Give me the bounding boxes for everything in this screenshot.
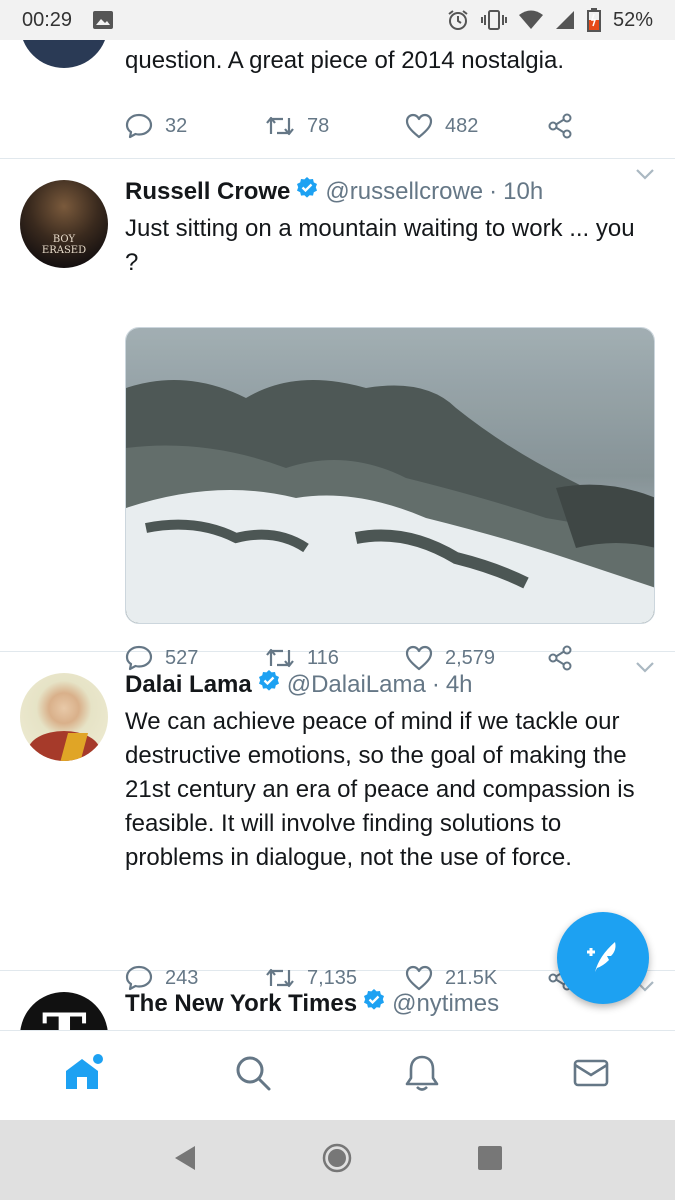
- separator-dot: ·: [431, 671, 440, 698]
- nav-search[interactable]: [169, 1031, 338, 1120]
- home-button-icon[interactable]: [321, 1142, 353, 1179]
- cellular-signal-icon: [555, 10, 575, 30]
- back-button-icon[interactable]: [171, 1144, 199, 1177]
- share-icon: [547, 113, 573, 139]
- wifi-icon: [518, 10, 543, 30]
- bottom-navigation: [0, 1030, 675, 1120]
- notifications-icon: [402, 1053, 442, 1098]
- author-name[interactable]: The New York Times: [125, 989, 357, 1019]
- author-handle[interactable]: @DalaiLama: [287, 670, 426, 700]
- tweet-text: We can achieve peace of mind if we tackl…: [125, 708, 635, 871]
- retweet-icon: [265, 114, 295, 138]
- avatar[interactable]: BOY ERASED: [20, 180, 108, 268]
- chevron-down-icon[interactable]: [635, 660, 655, 679]
- tweet[interactable]: the answers you want, regardless of the …: [0, 40, 675, 159]
- author-name[interactable]: Dalai Lama: [125, 670, 252, 700]
- retweet-count: 78: [307, 114, 330, 137]
- verified-badge-icon: [257, 669, 281, 701]
- tweet-time: 4h: [445, 671, 473, 698]
- nav-home[interactable]: [0, 1031, 169, 1120]
- avatar[interactable]: T: [20, 992, 108, 1030]
- timeline-feed[interactable]: the answers you want, regardless of the …: [0, 40, 675, 1030]
- battery-percent: 52%: [612, 8, 653, 31]
- avatar[interactable]: [20, 673, 108, 761]
- android-navigation-bar: [0, 1120, 675, 1200]
- status-bar: 00:29 52%: [0, 0, 675, 40]
- heart-icon: [405, 113, 433, 139]
- like-button[interactable]: 482: [405, 113, 547, 139]
- nav-notifications[interactable]: [338, 1031, 507, 1120]
- retweet-button[interactable]: 78: [265, 114, 405, 138]
- compose-feather-icon: [581, 934, 625, 983]
- home-icon: [62, 1051, 106, 1100]
- verified-badge-icon: [362, 988, 386, 1020]
- nav-messages[interactable]: [506, 1031, 675, 1120]
- status-time: 00:29: [22, 8, 73, 31]
- image-notification-icon: [92, 10, 114, 30]
- messages-icon: [571, 1053, 611, 1098]
- tweet-time: 10h: [503, 178, 544, 205]
- reply-icon: [125, 113, 153, 139]
- avatar[interactable]: [20, 40, 108, 68]
- author-handle[interactable]: @russellcrowe: [325, 177, 483, 207]
- tweet-text: Just sitting on a mountain waiting to wo…: [125, 215, 635, 276]
- nyt-logo-icon: T: [42, 1006, 87, 1030]
- tweet-text: the answers you want, regardless of the …: [125, 47, 564, 74]
- chevron-down-icon[interactable]: [635, 167, 655, 186]
- tweet-media-image[interactable]: [125, 327, 655, 624]
- tweet[interactable]: BOY ERASED Russell Crowe @russellcrowe ·…: [0, 159, 675, 671]
- separator-dot: ·: [489, 178, 498, 205]
- alarm-icon: [447, 9, 469, 31]
- vibrate-icon: [480, 9, 507, 31]
- verified-badge-icon: [295, 176, 319, 208]
- share-button[interactable]: [547, 113, 573, 139]
- rainy-window-photo: [126, 328, 654, 623]
- compose-tweet-button[interactable]: [557, 912, 649, 1004]
- reply-count: 32: [165, 114, 188, 137]
- author-handle[interactable]: @nytimes: [392, 989, 499, 1019]
- battery-icon: [586, 8, 601, 32]
- search-icon: [233, 1053, 273, 1098]
- like-count: 482: [445, 114, 479, 137]
- author-name[interactable]: Russell Crowe: [125, 177, 290, 207]
- avatar-poster-text: BOY ERASED: [41, 234, 87, 256]
- recents-button-icon[interactable]: [476, 1144, 504, 1177]
- reply-button[interactable]: 32: [125, 113, 265, 139]
